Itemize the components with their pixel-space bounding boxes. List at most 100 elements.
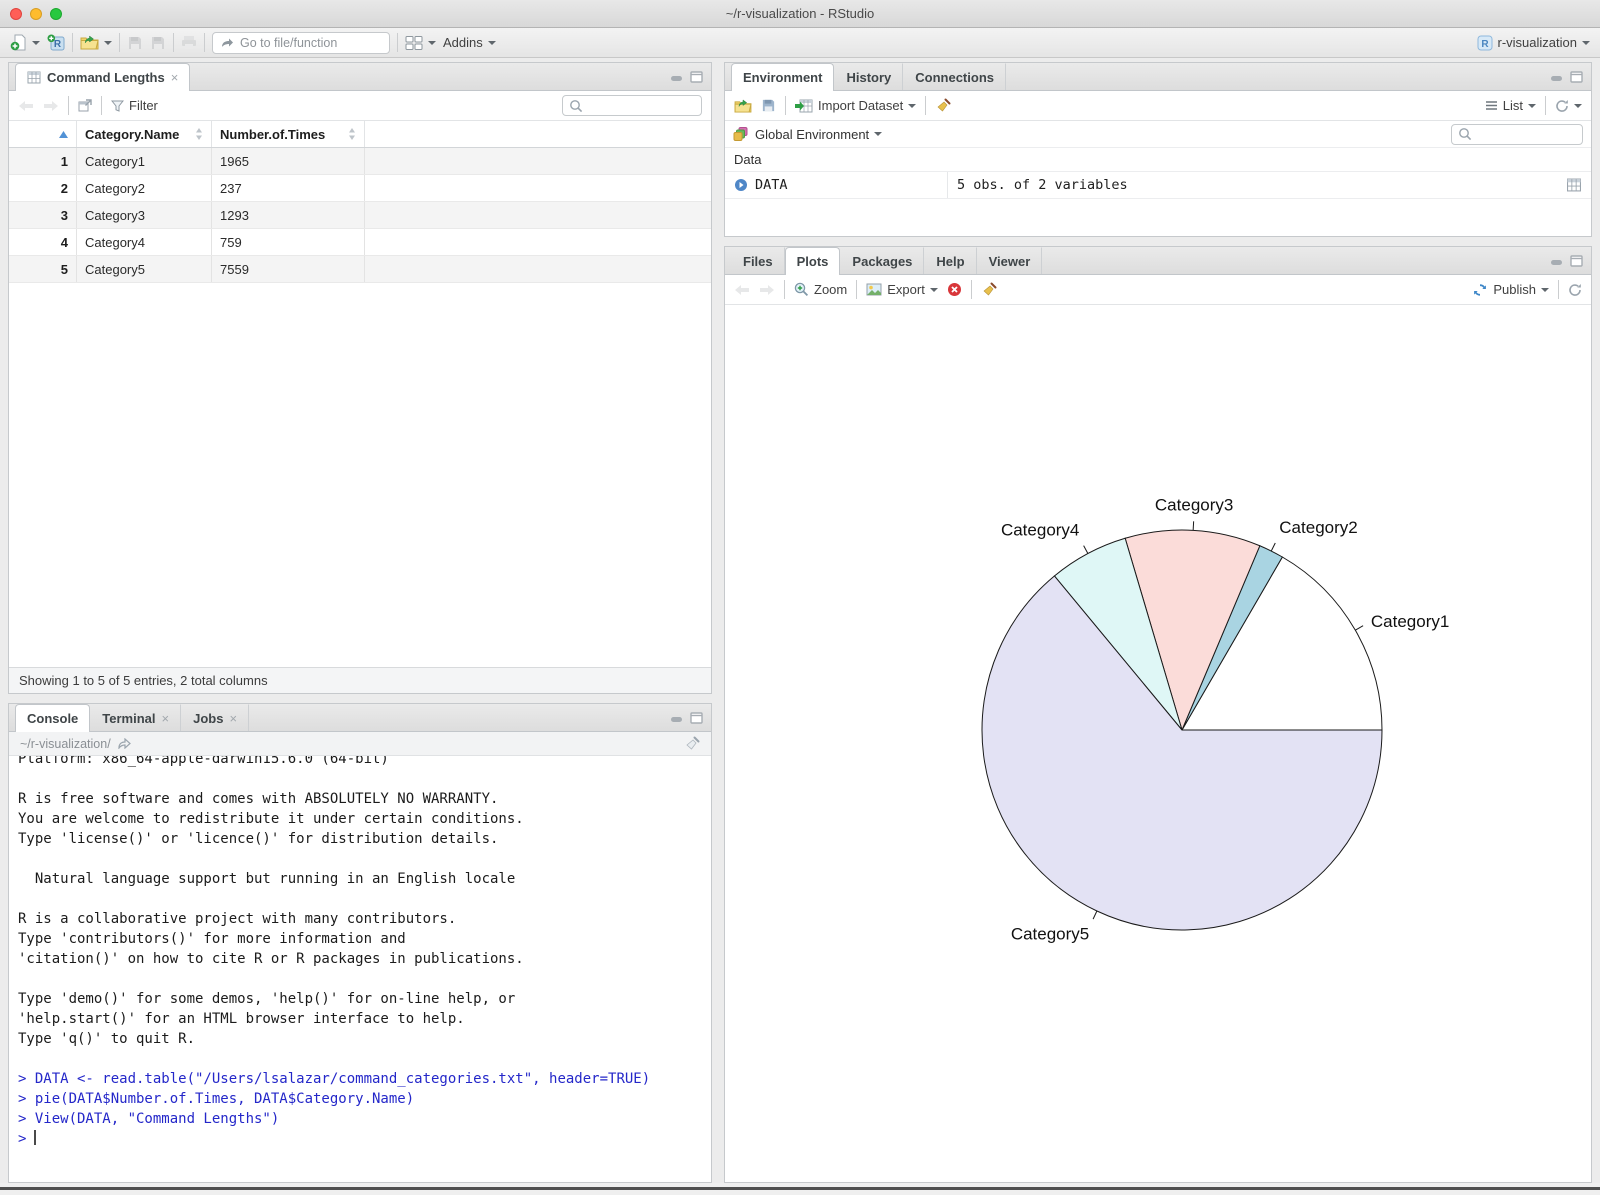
environment-scope-selector[interactable]: Global Environment (755, 127, 883, 142)
viewer-search-input[interactable] (588, 98, 695, 113)
tab-jobs[interactable]: Jobs × (181, 704, 250, 731)
close-tab-icon[interactable]: × (171, 71, 179, 84)
goto-directory-icon[interactable] (118, 738, 131, 749)
goto-file-function-input[interactable] (240, 35, 382, 50)
clear-environment-broom-icon[interactable] (935, 98, 951, 114)
console-working-dir-bar: ~/r-visualization/ (9, 732, 711, 756)
new-project-button[interactable]: R (47, 34, 65, 51)
import-dataset-icon (795, 99, 813, 112)
open-folder-icon (80, 35, 99, 50)
save-button[interactable] (127, 35, 143, 51)
tab-files[interactable]: Files (731, 247, 785, 274)
row-number-header[interactable] (9, 121, 77, 147)
tab-label: Packages (852, 253, 913, 269)
load-workspace-folder-icon[interactable] (734, 98, 752, 113)
zoom-window-button[interactable] (50, 8, 62, 20)
chevron-down-icon (32, 40, 40, 45)
refresh-plot-icon[interactable] (1568, 283, 1582, 297)
maximize-pane-icon[interactable] (690, 712, 703, 724)
maximize-pane-icon[interactable] (690, 71, 703, 83)
environment-search-box[interactable] (1451, 123, 1583, 145)
close-tab-icon[interactable]: × (162, 712, 170, 725)
tab-label: Jobs (193, 710, 224, 726)
tab-command-lengths[interactable]: Command Lengths × (15, 63, 191, 91)
refresh-environment-button[interactable] (1555, 99, 1582, 113)
save-workspace-icon[interactable] (761, 98, 776, 113)
project-selector[interactable]: R r-visualization (1477, 35, 1590, 51)
tab-connections[interactable]: Connections (903, 63, 1006, 90)
window-bottom-edge (0, 1183, 1600, 1195)
filter-button[interactable]: Filter (111, 98, 158, 113)
chevron-down-icon (1574, 103, 1582, 108)
previous-plot-icon[interactable] (734, 284, 750, 296)
search-icon (1459, 128, 1472, 141)
list-icon (1485, 101, 1497, 110)
tab-viewer[interactable]: Viewer (977, 247, 1043, 274)
clear-console-broom-icon[interactable] (684, 736, 700, 752)
console-output-line: 'help.start()' for an HTML browser inter… (18, 1011, 465, 1027)
minimize-pane-icon[interactable] (1550, 255, 1563, 267)
list-view-label: List (1502, 98, 1523, 113)
viewer-toolbar: Filter (9, 91, 711, 121)
clear-all-plots-broom-icon[interactable] (981, 282, 997, 298)
environment-section-header: Data (725, 148, 1591, 172)
next-plot-icon[interactable] (759, 284, 775, 296)
minimize-pane-icon[interactable] (670, 712, 683, 724)
console-input-line: > pie(DATA$Number.of.Times, DATA$Categor… (18, 1091, 415, 1107)
publish-plot-button[interactable]: Publish (1472, 282, 1549, 297)
tab-label: Connections (915, 69, 994, 85)
project-name-label: r-visualization (1497, 35, 1577, 50)
view-data-grid-icon[interactable] (1566, 178, 1582, 192)
console-output[interactable]: Platform: x86_64-apple-darwin15.6.0 (64-… (9, 756, 711, 1182)
open-file-button[interactable] (80, 35, 112, 50)
pie-label-tick (1355, 625, 1364, 631)
back-icon[interactable] (18, 100, 34, 112)
plot-display-area: Category1 Category2 Category3 Category4 Cate… (725, 305, 1591, 1182)
pie-label-tick (1083, 545, 1089, 554)
print-button[interactable] (181, 35, 197, 50)
table-row: 4 Category4 759 (9, 229, 711, 256)
addins-button[interactable]: Addins (443, 35, 496, 50)
section-label: Data (734, 152, 762, 167)
minimize-pane-icon[interactable] (1550, 71, 1563, 83)
import-dataset-button[interactable]: Import Dataset (795, 98, 917, 113)
goto-file-function-box[interactable] (212, 31, 390, 54)
tab-environment[interactable]: Environment (731, 63, 835, 91)
maximize-pane-icon[interactable] (1570, 255, 1583, 267)
tab-help[interactable]: Help (924, 247, 977, 274)
tab-packages[interactable]: Packages (840, 247, 925, 274)
tab-terminal[interactable]: Terminal × (90, 704, 182, 731)
environment-object-row[interactable]: DATA 5 obs. of 2 variables (725, 172, 1591, 199)
tab-console[interactable]: Console (15, 704, 91, 732)
pane-layout-button[interactable] (405, 35, 436, 51)
column-header-number-of-times[interactable]: Number.of.Times (212, 121, 365, 147)
chevron-down-icon (1541, 287, 1549, 292)
window-controls (10, 8, 62, 20)
viewer-search-box[interactable] (562, 95, 702, 116)
tab-plots[interactable]: Plots (784, 247, 841, 275)
forward-icon[interactable] (43, 100, 59, 112)
list-view-button[interactable]: List (1485, 98, 1536, 113)
chevron-down-icon (1582, 40, 1590, 45)
table-cell: 237 (212, 175, 365, 201)
close-window-button[interactable] (10, 8, 22, 20)
zoom-plot-button[interactable]: Zoom (794, 282, 847, 297)
export-plot-button[interactable]: Export (866, 282, 938, 297)
save-all-icon (152, 36, 164, 49)
close-tab-icon[interactable]: × (229, 712, 237, 725)
minimize-window-button[interactable] (30, 8, 42, 20)
tab-history[interactable]: History (834, 63, 904, 90)
remove-plot-icon[interactable] (947, 282, 962, 297)
minimize-pane-icon[interactable] (670, 71, 683, 83)
maximize-pane-icon[interactable] (1570, 71, 1583, 83)
column-header-category-name[interactable]: Category.Name (77, 121, 212, 147)
expand-object-icon[interactable] (734, 178, 748, 192)
table-cell: Category5 (77, 256, 212, 282)
new-file-button[interactable] (10, 34, 40, 51)
plots-pane: Files Plots Packages Help Viewer Zoom Ex (724, 246, 1592, 1183)
save-all-button[interactable] (150, 35, 166, 51)
environment-search-input[interactable] (1477, 127, 1576, 141)
open-in-new-window-icon[interactable] (78, 99, 92, 112)
